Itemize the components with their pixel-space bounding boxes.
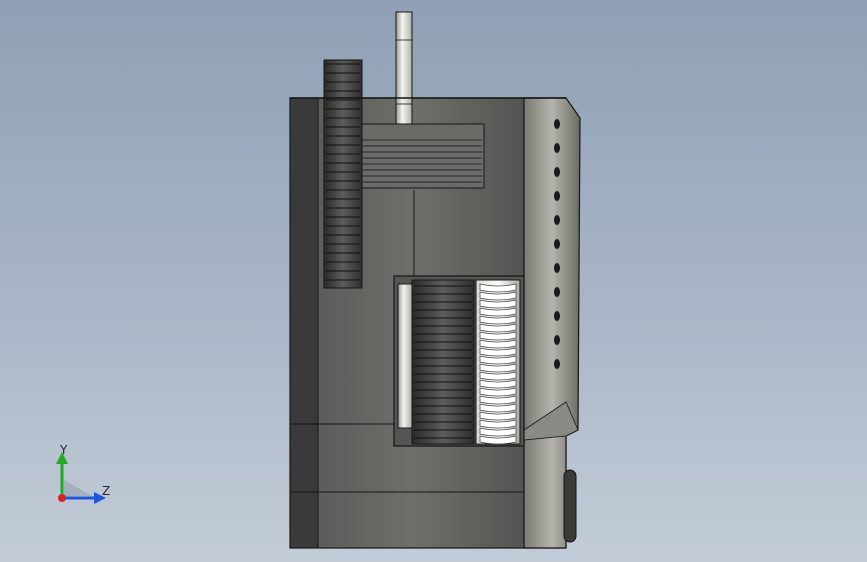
xy-plane-icon [64,480,92,496]
cap-slot [554,335,560,345]
cap-slot [554,311,560,321]
cap-slot [554,167,560,177]
housing-left-band [289,97,319,549]
end-cap[interactable] [523,97,581,549]
cap-slot [554,287,560,297]
cap-slot [554,119,560,129]
lower-drive-gear[interactable] [411,279,475,445]
pinion-shaft[interactable] [359,123,485,189]
axis-triad: Y Z [56,443,110,504]
cap-slot [554,191,560,201]
cap-slot [554,263,560,273]
cap-slot [554,359,560,369]
x-axis-origin-icon [58,494,66,502]
z-axis-label: Z [102,484,110,498]
lower-gear-pocket[interactable] [393,275,525,447]
cap-slot [554,239,560,249]
end-cap-bottom-hole[interactable] [563,469,577,543]
pinion-shaft-housing [359,123,485,189]
cap-slot [554,143,560,153]
cad-viewport[interactable] [0,0,867,562]
y-axis-label: Y [59,443,68,457]
lower-idler-gear[interactable] [397,283,413,429]
upper-gear-body[interactable] [323,59,363,289]
cap-slot [554,215,560,225]
upper-spur-gear[interactable] [323,59,363,289]
output-shaft[interactable] [395,11,413,141]
output-shaft-body[interactable] [395,11,413,141]
